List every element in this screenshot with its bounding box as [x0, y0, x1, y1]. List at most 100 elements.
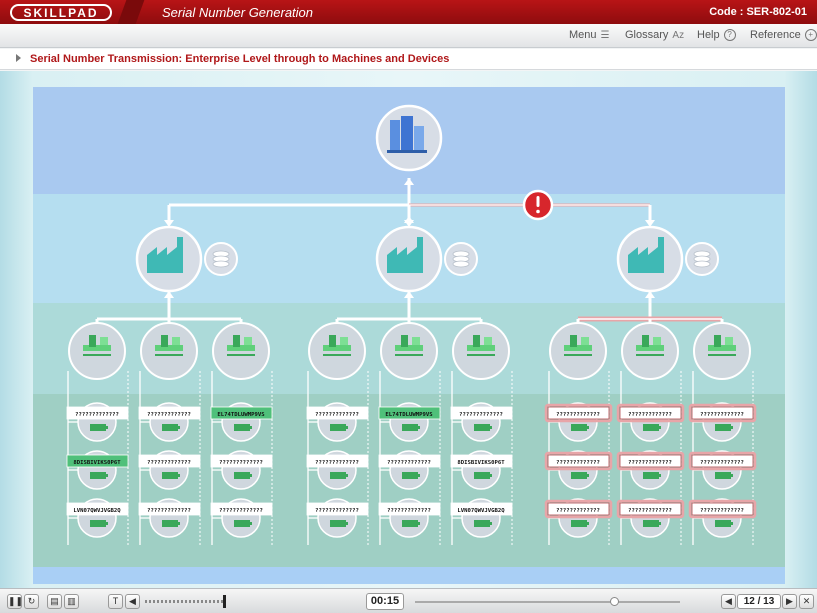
serial-number-text: EL74TDLUWMP9VS: [385, 412, 433, 418]
menu-button[interactable]: Menu ☰: [569, 29, 610, 41]
volume-button[interactable]: ◀: [125, 594, 140, 609]
serial-number-text: ?????????????: [459, 412, 503, 418]
progress-track[interactable]: [415, 601, 680, 603]
glossary-button[interactable]: Glossary Az: [625, 29, 684, 41]
progress-thumb[interactable]: [609, 597, 619, 606]
device-icon: [162, 472, 178, 479]
pause-button[interactable]: ❚❚: [7, 594, 23, 609]
print-button[interactable]: ▥: [64, 594, 79, 609]
next-page-button[interactable]: ▶: [782, 594, 797, 609]
device-icon: [330, 520, 346, 527]
notes-button[interactable]: ▤: [47, 594, 62, 609]
machine-icon: [642, 335, 649, 347]
serial-number-text: ?????????????: [219, 508, 263, 514]
device-icon: [346, 522, 348, 525]
serial-number-text: LVN07QWVJVGB2Q: [457, 508, 505, 514]
content-stage: ????????????? 8DISBIVIKS0P6T LVN07QWVJVGB2…: [0, 71, 817, 588]
machine-icon: [473, 335, 480, 347]
device-icon: [490, 426, 492, 429]
machine-icon: [570, 335, 577, 347]
menu-label: Menu: [569, 29, 597, 41]
elapsed-timer: 00:15: [366, 593, 404, 610]
device-icon: [250, 426, 252, 429]
device-icon: [731, 522, 733, 525]
device-icon: [234, 520, 250, 527]
machine-icon: [329, 335, 336, 347]
close-button[interactable]: ✕: [799, 594, 814, 609]
machine-icon: [581, 337, 589, 345]
conveyor-icon: [708, 345, 736, 351]
device-icon: [587, 426, 589, 429]
serial-number-text: ?????????????: [700, 460, 744, 466]
device-icon: [90, 472, 106, 479]
device-icon: [234, 424, 250, 431]
help-question-icon: ?: [723, 29, 736, 41]
serial-number-text: ?????????????: [700, 412, 744, 418]
device-icon: [418, 474, 420, 477]
menu-lines-icon: ☰: [600, 29, 610, 41]
expand-arrow-icon[interactable]: [16, 54, 21, 62]
serial-number-text: EL74TDLUWMP9VS: [217, 412, 265, 418]
serial-number-text: ?????????????: [387, 508, 431, 514]
device-icon: [731, 426, 733, 429]
device-icon: [490, 522, 492, 525]
building-icon: [414, 126, 424, 150]
serial-number-text: ?????????????: [147, 508, 191, 514]
skillpad-logo: SKILLPAD: [10, 4, 112, 21]
device-icon: [402, 424, 418, 431]
device-icon: [571, 520, 587, 527]
previous-page-button[interactable]: ◀: [721, 594, 736, 609]
device-icon: [715, 424, 731, 431]
reference-button[interactable]: Reference +: [750, 29, 817, 41]
device-icon: [587, 474, 589, 477]
replay-button[interactable]: ↻: [24, 594, 39, 609]
device-icon: [346, 426, 348, 429]
transcript-button[interactable]: T: [108, 594, 123, 609]
conveyor-icon: [155, 345, 183, 351]
machine-icon: [714, 335, 721, 347]
serial-number-text: ?????????????: [147, 412, 191, 418]
serial-number-text: ?????????????: [628, 412, 672, 418]
reference-label: Reference: [750, 29, 801, 41]
device-icon: [250, 474, 252, 477]
device-icon: [587, 522, 589, 525]
serial-number-text: ?????????????: [556, 460, 600, 466]
device-icon: [715, 472, 731, 479]
device-icon: [234, 472, 250, 479]
device-icon: [402, 520, 418, 527]
serial-number-text: ?????????????: [387, 460, 431, 466]
device-icon: [90, 520, 106, 527]
machine-icon: [233, 335, 240, 347]
alert-icon: [536, 196, 540, 207]
glossary-label: Glossary: [625, 29, 669, 41]
conveyor-icon: [564, 345, 592, 351]
conveyor-icon: [227, 345, 255, 351]
volume-thumb[interactable]: [223, 595, 226, 608]
device-icon: [402, 472, 418, 479]
serial-number-text: ?????????????: [315, 412, 359, 418]
device-icon: [643, 472, 659, 479]
serial-number-text: ?????????????: [556, 412, 600, 418]
building-icon: [387, 150, 427, 153]
device-icon: [250, 522, 252, 525]
device-icon: [715, 520, 731, 527]
device-icon: [418, 522, 420, 525]
device-icon: [474, 424, 490, 431]
volume-slider[interactable]: [145, 600, 225, 603]
device-icon: [571, 424, 587, 431]
conveyor-icon: [636, 345, 664, 351]
device-icon: [346, 474, 348, 477]
building-icon: [401, 116, 413, 150]
machine-icon: [484, 337, 492, 345]
serial-number-text: 8DISBIVIKS0P6T: [457, 460, 505, 466]
device-icon: [330, 472, 346, 479]
reference-plus-icon: +: [804, 29, 817, 41]
machine-icon: [401, 335, 408, 347]
serial-number-text: ?????????????: [147, 460, 191, 466]
device-icon: [643, 520, 659, 527]
section-header: Serial Number Transmission: Enterprise L…: [0, 49, 817, 70]
help-button[interactable]: Help ?: [697, 29, 736, 41]
database-icon: [693, 260, 711, 268]
footer-band: [33, 567, 785, 584]
device-icon: [178, 522, 180, 525]
